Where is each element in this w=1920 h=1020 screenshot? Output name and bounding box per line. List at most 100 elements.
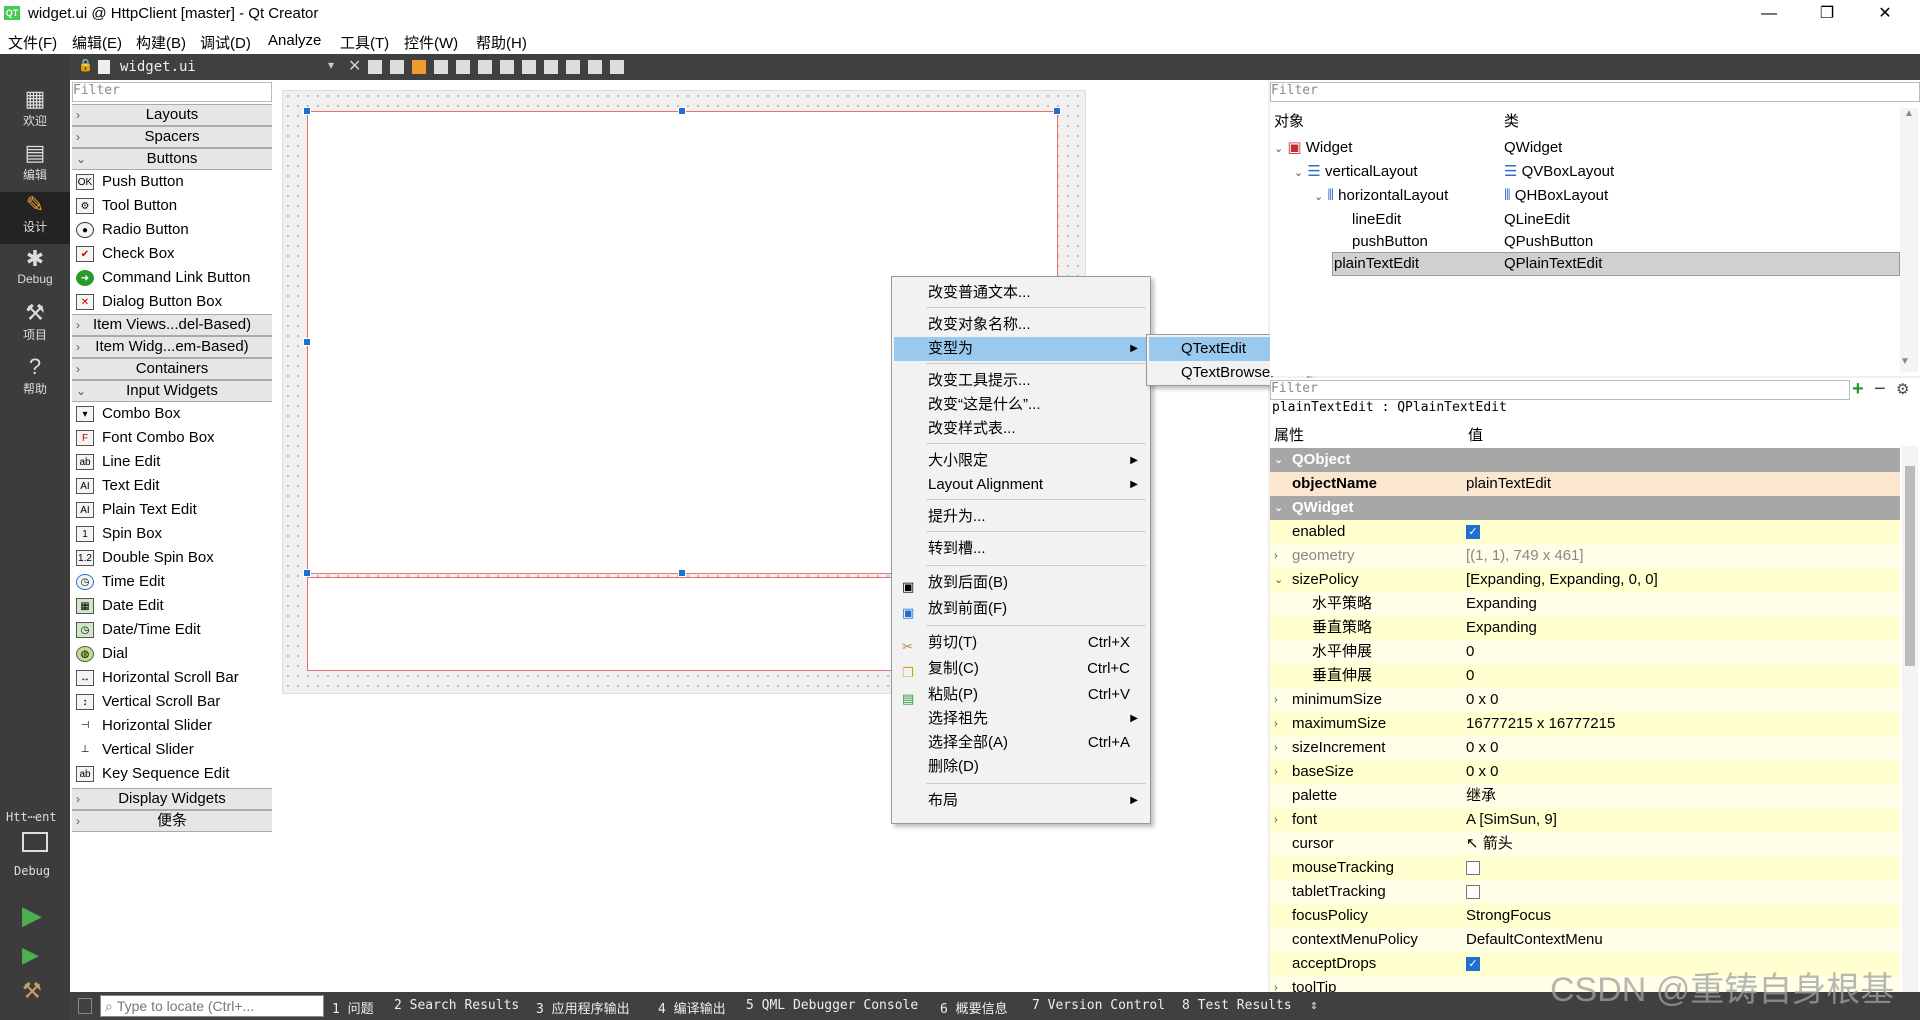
property-row[interactable]: › baseSize 0 x 0 <box>1270 760 1900 785</box>
selection-handle[interactable] <box>678 569 686 577</box>
column-header-class[interactable]: 类 <box>1504 110 1519 134</box>
property-row[interactable]: 水平策略 Expanding <box>1270 592 1900 617</box>
locator-input[interactable]: ⌕ Type to locate (Ctrl+... <box>100 995 324 1017</box>
property-row[interactable]: contextMenuPolicy DefaultContextMenu <box>1270 928 1900 953</box>
menu-analyze[interactable]: Analyze <box>268 32 321 49</box>
menu-file[interactable]: 文件(F) <box>8 32 57 53</box>
selection-handle[interactable] <box>303 338 311 346</box>
menu-size-constraints[interactable]: 大小限定 ▶ <box>894 449 1148 473</box>
menu-morph-into[interactable]: 变型为 ▶ <box>894 337 1148 361</box>
property-row[interactable]: focusPolicy StrongFocus <box>1270 904 1900 929</box>
widget-item[interactable]: ◷ Time Edit <box>76 570 272 594</box>
property-row[interactable]: 垂直伸展 0 <box>1270 664 1900 689</box>
widget-item[interactable]: ✕ Dialog Button Box <box>76 290 272 314</box>
inspector-scrollbar[interactable]: ▲ <box>1900 108 1918 372</box>
widget-item[interactable]: 1 Spin Box <box>76 522 272 546</box>
widget-item[interactable]: AI Plain Text Edit <box>76 498 272 522</box>
widget-item[interactable]: ab Line Edit <box>76 450 272 474</box>
property-row[interactable]: › sizeIncrement 0 x 0 <box>1270 736 1900 761</box>
menu-select-ancestor[interactable]: 选择祖先 ▶ <box>894 707 1148 731</box>
pane-compile-output[interactable]: 4 编译输出 <box>658 998 726 1017</box>
pane-issues[interactable]: 1 问题 <box>332 998 374 1017</box>
category-input-widgets[interactable]: ⌄ Input Widgets <box>72 380 272 402</box>
menu-paste[interactable]: ▤ 粘贴(P) Ctrl+V <box>894 683 1148 707</box>
widget-item[interactable]: ◷ Date/Time Edit <box>76 618 272 642</box>
tree-row-line-edit[interactable]: lineEdit <box>1352 208 1401 232</box>
tree-row-plain-text-edit[interactable]: plainTextEdit <box>1334 252 1419 276</box>
tool-edit-signals-icon[interactable] <box>390 60 404 74</box>
property-row[interactable]: mouseTracking <box>1270 856 1900 881</box>
configure-wrench-icon[interactable]: ⚙ <box>1896 380 1909 398</box>
property-row[interactable]: cursor ↖ 箭头 <box>1270 832 1900 857</box>
monitor-icon[interactable] <box>22 832 48 852</box>
menu-bring-to-front[interactable]: ▣ 放到前面(F) <box>894 597 1148 621</box>
property-row[interactable]: › maximumSize 16777215 x 16777215 <box>1270 712 1900 737</box>
close-button[interactable]: ✕ <box>1862 0 1908 28</box>
property-row[interactable]: palette 继承 <box>1270 784 1900 809</box>
widget-item[interactable]: F Font Combo Box <box>76 426 272 450</box>
pane-switcher-icon[interactable]: ⇕ <box>1310 998 1318 1013</box>
widget-item[interactable]: ↔ Horizontal Scroll Bar <box>76 666 272 690</box>
column-header-property[interactable]: 属性 <box>1274 424 1304 448</box>
menu-change-plain-text[interactable]: 改变普通文本... <box>894 281 1148 305</box>
property-row[interactable]: enabled ✓ <box>1270 520 1900 545</box>
menu-copy[interactable]: ❐ 复制(C) Ctrl+C <box>894 657 1148 681</box>
category-layouts[interactable]: › Layouts <box>72 104 272 126</box>
widget-item[interactable]: ab Key Sequence Edit <box>76 762 272 786</box>
pane-general-messages[interactable]: 6 概要信息 <box>940 998 1008 1017</box>
tablet-tracking-checkbox[interactable] <box>1466 885 1480 900</box>
widget-item[interactable]: ▦ Date Edit <box>76 594 272 618</box>
widget-item[interactable]: 1.2 Double Spin Box <box>76 546 272 570</box>
category-item-widgets[interactable]: › Item Widg...em-Based) <box>72 336 272 358</box>
layout-split-v-icon[interactable] <box>522 60 536 74</box>
widget-item[interactable]: ⊣ Horizontal Slider <box>76 714 272 738</box>
mode-projects[interactable]: ⚒ 项目 <box>0 300 70 352</box>
menu-change-whats-this[interactable]: 改变“这是什么”... <box>894 393 1148 417</box>
layout-grid-icon[interactable] <box>566 60 580 74</box>
property-group-qwidget[interactable]: ⌄ QWidget <box>1270 496 1900 521</box>
tree-row-vertical-layout[interactable]: ⌄ ☰ verticalLayout <box>1294 160 1418 184</box>
layout-split-h-icon[interactable] <box>500 60 514 74</box>
widgetbox-filter-input[interactable]: Filter <box>72 82 272 102</box>
mode-help[interactable]: ? 帮助 <box>0 354 70 406</box>
mode-design[interactable]: ✎ 设计 <box>0 192 70 244</box>
editor-tab-filename[interactable]: widget.ui <box>120 59 196 75</box>
mode-edit[interactable]: ▤ 编辑 <box>0 140 70 192</box>
selection-handle[interactable] <box>303 569 311 577</box>
menu-delete[interactable]: 删除(D) <box>894 755 1148 779</box>
menu-select-all[interactable]: 选择全部(A) Ctrl+A <box>894 731 1148 755</box>
property-scrollbar[interactable] <box>1902 446 1918 992</box>
category-containers[interactable]: › Containers <box>72 358 272 380</box>
category-buttons[interactable]: ⌄ Buttons <box>72 148 272 170</box>
scroll-down-icon[interactable]: ▼ <box>1900 356 1910 367</box>
widget-item[interactable]: AI Text Edit <box>76 474 272 498</box>
layout-form-icon[interactable] <box>544 60 558 74</box>
menu-change-tooltip[interactable]: 改变工具提示... <box>894 369 1148 393</box>
property-row[interactable]: › minimumSize 0 x 0 <box>1270 688 1900 713</box>
menu-change-object-name[interactable]: 改变对象名称... <box>894 313 1148 337</box>
layout-vertical-icon[interactable] <box>478 60 492 74</box>
widget-item[interactable]: ➜ Command Link Button <box>76 266 272 290</box>
pane-test-results[interactable]: 8 Test Results <box>1182 998 1292 1013</box>
menu-controls[interactable]: 控件(W) <box>404 32 458 53</box>
tree-row-push-button[interactable]: pushButton <box>1352 230 1428 254</box>
accept-drops-checkbox[interactable]: ✓ <box>1466 957 1480 972</box>
minimize-button[interactable]: — <box>1746 0 1792 28</box>
tool-tab-order-icon[interactable] <box>434 60 448 74</box>
widget-item[interactable]: ⚙ Tool Button <box>76 194 272 218</box>
remove-property-icon[interactable]: − <box>1874 378 1886 401</box>
tool-edit-widgets-icon[interactable] <box>368 60 382 74</box>
menu-layout[interactable]: 布局 ▶ <box>894 789 1148 813</box>
break-layout-icon[interactable] <box>588 60 602 74</box>
widget-item[interactable]: OK Push Button <box>76 170 272 194</box>
mode-debug[interactable]: ✱ Debug <box>0 246 70 298</box>
pane-search-results[interactable]: 2 Search Results <box>394 998 519 1013</box>
menu-help[interactable]: 帮助(H) <box>476 32 527 53</box>
category-item-views[interactable]: › Item Views...del-Based) <box>72 314 272 336</box>
layout-horizontal-icon[interactable] <box>456 60 470 74</box>
mode-welcome[interactable]: ▦ 欢迎 <box>0 86 70 138</box>
pane-application-output[interactable]: 3 应用程序输出 <box>536 998 630 1017</box>
widget-item[interactable]: ⊥ Vertical Slider <box>76 738 272 762</box>
pane-version-control[interactable]: 7 Version Control <box>1032 998 1165 1013</box>
category-scratchpad[interactable]: › 便条 <box>72 810 272 832</box>
